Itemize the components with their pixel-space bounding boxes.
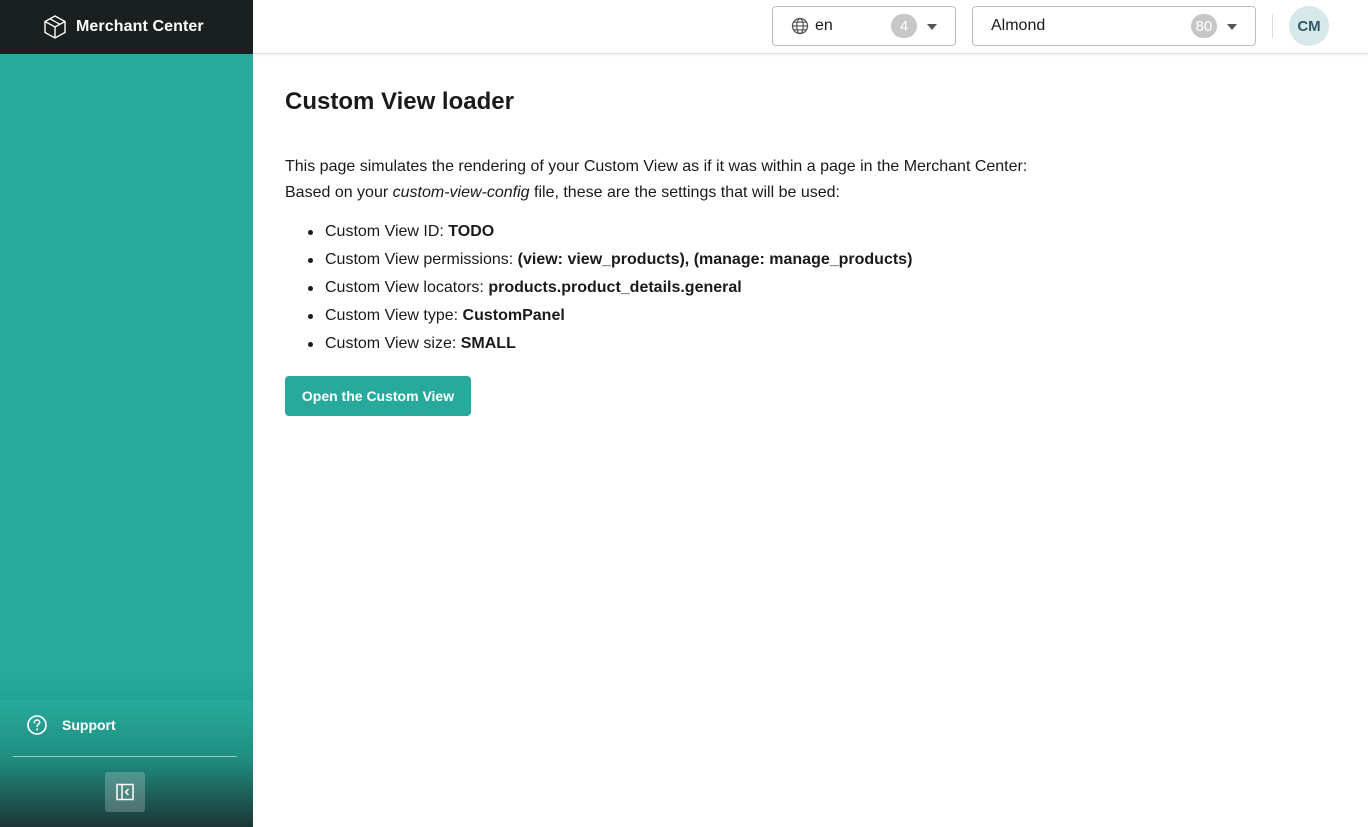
open-custom-view-button[interactable]: Open the Custom View [285,376,471,416]
list-item: Custom View permissions: (view: view_pro… [285,246,912,274]
sidebar-item-label: Support [62,717,116,733]
intro-line-2: Based on your custom-view-config file, t… [285,180,1285,206]
locale-select[interactable]: en 4 [772,6,956,46]
setting-value: CustomPanel [462,307,565,324]
intro-text: This page simulates the rendering of you… [285,154,1285,206]
brand[interactable]: Merchant Center [0,0,253,54]
project-value: Almond [991,17,1046,34]
chevron-down-icon [1227,24,1237,30]
setting-value: TODO [448,223,495,240]
question-circle-icon [27,715,47,735]
list-item: Custom View size: SMALL [285,330,912,358]
setting-label: Custom View permissions: [325,251,518,268]
setting-value: (view: view_products), (manage: manage_p… [517,251,913,268]
intro-line-1: This page simulates the rendering of you… [285,158,1028,175]
list-item: Custom View ID: TODO [285,218,912,246]
collapse-sidebar-icon [116,783,134,801]
cube-logo-icon [42,14,68,40]
setting-label: Custom View ID: [325,223,449,240]
project-select[interactable]: Almond 80 [972,6,1256,46]
top-bar: Merchant Center en 4 Almond 80 CM [0,0,1368,54]
project-count-badge: 80 [1191,14,1217,38]
page-title: Custom View loader [285,88,514,115]
intro-suffix: file, these are the settings that will b… [529,184,840,201]
chevron-down-icon [927,24,937,30]
list-item: Custom View type: CustomPanel [285,302,912,330]
sidebar-item-support[interactable]: Support [26,714,116,736]
sidebar-divider [13,756,237,757]
setting-value: SMALL [460,335,516,352]
avatar[interactable]: CM [1289,6,1329,46]
settings-list: Custom View ID: TODO Custom View permiss… [285,218,912,358]
setting-label: Custom View type: [325,307,463,324]
sidebar: Support [0,54,253,827]
locale-value: en [815,17,833,34]
globe-icon [791,17,809,35]
brand-name: Merchant Center [76,18,204,35]
setting-label: Custom View size: [325,335,461,352]
list-item: Custom View locators: products.product_d… [285,274,912,302]
intro-prefix: Based on your [285,184,393,201]
config-file-name: custom-view-config [392,184,530,201]
collapse-sidebar-button[interactable] [105,772,145,812]
setting-label: Custom View locators: [325,279,489,296]
setting-value: products.product_details.general [488,279,742,296]
header-divider [1272,14,1273,38]
locale-count-badge: 4 [891,14,917,38]
